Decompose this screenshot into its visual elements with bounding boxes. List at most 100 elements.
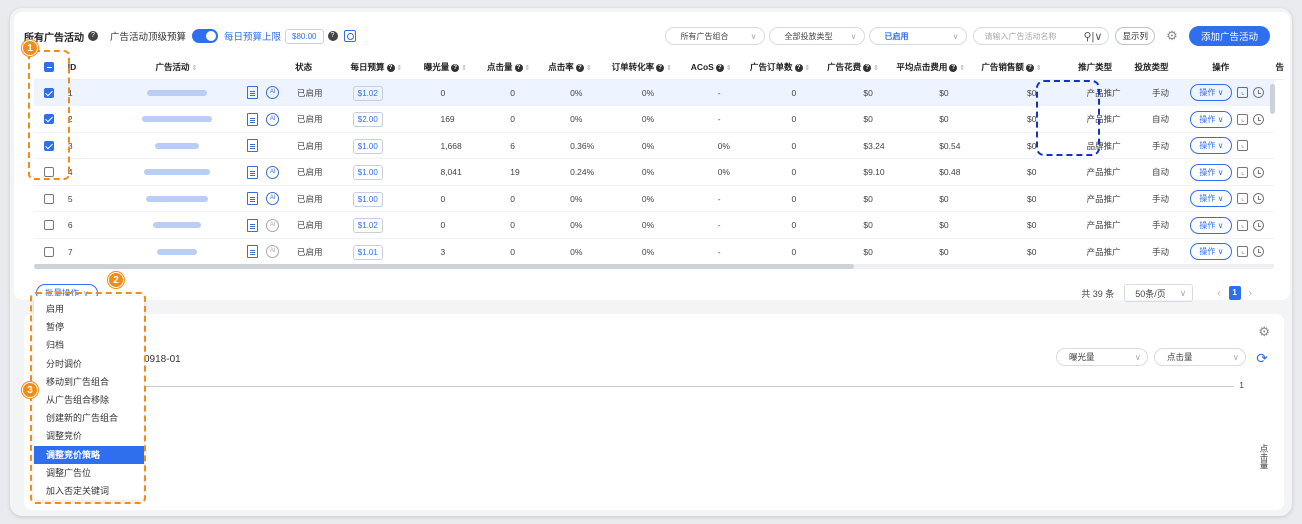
row-budget[interactable]: $1.00 bbox=[352, 138, 383, 154]
col-impressions[interactable]: 曝光量? ⇕ bbox=[424, 61, 487, 73]
portfolio-select[interactable]: 所有广告组合 ∨ bbox=[665, 27, 766, 45]
col-orders[interactable]: 广告订单数? ⇕ bbox=[750, 61, 827, 73]
budget-settings-icon[interactable] bbox=[343, 30, 356, 42]
daily-budget-value[interactable]: $80.00 bbox=[285, 28, 324, 44]
next-page-icon[interactable]: › bbox=[1249, 288, 1252, 299]
ai-icon[interactable]: AI bbox=[266, 245, 280, 258]
gear-icon[interactable]: ⚙ bbox=[1165, 29, 1179, 43]
campaign-name-link[interactable] bbox=[108, 114, 247, 124]
sort-icon[interactable]: ⇕ bbox=[1036, 65, 1042, 72]
campaign-search-input[interactable]: 请输入广告活动名称 ⚲|∨ bbox=[973, 27, 1110, 45]
search-icon[interactable]: ⚲|∨ bbox=[1084, 30, 1103, 43]
sort-icon[interactable]: ⇕ bbox=[461, 65, 467, 72]
sort-icon[interactable]: ⇕ bbox=[586, 65, 592, 72]
clock-icon[interactable] bbox=[1253, 246, 1265, 257]
help-icon[interactable]: ? bbox=[863, 63, 872, 72]
row-budget[interactable]: $1.00 bbox=[352, 191, 383, 207]
sort-icon[interactable]: ⇕ bbox=[666, 65, 672, 72]
document-icon[interactable] bbox=[247, 139, 259, 152]
sort-icon[interactable]: ⇕ bbox=[873, 65, 879, 72]
clock-icon[interactable] bbox=[1253, 219, 1265, 231]
chart-icon[interactable]: ⌞ bbox=[1237, 219, 1249, 231]
page-number[interactable]: 1 bbox=[1228, 286, 1241, 300]
col-ctr[interactable]: 点击率? ⇕ bbox=[548, 61, 611, 73]
chart-icon[interactable]: ⌞ bbox=[1237, 113, 1249, 125]
clock-icon[interactable] bbox=[1253, 166, 1265, 178]
daily-budget-link[interactable]: 每日预算上限 bbox=[224, 29, 281, 43]
row-checkbox[interactable] bbox=[44, 246, 54, 257]
help-icon[interactable]: ? bbox=[1025, 63, 1034, 72]
sort-icon[interactable]: ⇕ bbox=[525, 65, 531, 72]
row-actions-button[interactable]: 操作 ∨ bbox=[1190, 243, 1233, 260]
table-row[interactable]: 7 AI 已启用 $1.01 3 0 0% 0% - 0 $0 $0 $0 产品推广 手动 操作 ∨ ⌞ bbox=[34, 239, 1274, 265]
ai-icon[interactable]: AI bbox=[266, 112, 280, 126]
col-sales[interactable]: 广告销售额? ⇕ bbox=[981, 61, 1064, 73]
vertical-scrollbar[interactable] bbox=[1270, 84, 1275, 272]
document-icon[interactable] bbox=[247, 86, 259, 99]
campaign-name-link[interactable] bbox=[108, 247, 247, 257]
help-icon[interactable]: ? bbox=[451, 63, 460, 72]
document-icon[interactable] bbox=[247, 112, 259, 126]
row-budget[interactable]: $1.01 bbox=[352, 244, 383, 260]
table-row[interactable]: 4 AI 已启用 $1.00 8,041 19 0.24% 0% 0% 0 $9.10 $0.48 $0… bbox=[34, 160, 1274, 186]
add-campaign-button[interactable]: 添加广告活动 bbox=[1188, 26, 1270, 46]
chart-icon[interactable]: ⌞ bbox=[1237, 140, 1249, 151]
row-budget[interactable]: $1.00 bbox=[352, 165, 383, 180]
show-columns-button[interactable]: 显示列 bbox=[1115, 27, 1155, 45]
top-budget-toggle[interactable] bbox=[192, 29, 219, 43]
scrollbar-thumb[interactable] bbox=[34, 264, 854, 269]
gear-icon[interactable]: ⚙ bbox=[1258, 324, 1270, 340]
campaign-name-link[interactable] bbox=[108, 220, 247, 230]
table-row[interactable]: 5 AI 已启用 $1.00 0 0 0% 0% - 0 $0 $0 $0 产品推广 手动 操作 ∨ ⌞ bbox=[34, 186, 1274, 212]
row-actions-button[interactable]: 操作 ∨ bbox=[1190, 137, 1233, 154]
metric-select-2[interactable]: 点击量 ∨ bbox=[1154, 348, 1246, 366]
chart-icon[interactable]: ⌞ bbox=[1237, 193, 1249, 204]
row-budget[interactable]: $1.02 bbox=[352, 218, 383, 233]
help-icon[interactable]: ? bbox=[715, 63, 724, 72]
campaign-name-link[interactable] bbox=[108, 194, 247, 204]
refresh-icon[interactable]: ⟳ bbox=[1256, 350, 1268, 367]
sort-icon[interactable]: ⇕ bbox=[397, 65, 403, 72]
col-cpc[interactable]: 平均点击费用? ⇕ bbox=[896, 61, 981, 73]
horizontal-scrollbar[interactable] bbox=[34, 264, 1274, 269]
campaign-name-link[interactable] bbox=[108, 88, 247, 98]
help-icon[interactable]: ? bbox=[514, 63, 523, 72]
chart-icon[interactable]: ⌞ bbox=[1237, 87, 1249, 98]
sort-icon[interactable]: ⇕ bbox=[805, 65, 811, 72]
status-select[interactable]: 已启用 ∨ bbox=[869, 27, 968, 45]
clock-icon[interactable] bbox=[1253, 113, 1265, 125]
help-icon[interactable]: ? bbox=[794, 63, 803, 72]
page-size-select[interactable]: 50条/页 ∨ bbox=[1124, 284, 1194, 302]
col-clicks[interactable]: 点击量? ⇕ bbox=[487, 61, 548, 73]
help-icon[interactable]: ? bbox=[386, 63, 395, 72]
col-cvr[interactable]: 订单转化率? ⇕ bbox=[612, 61, 691, 73]
help-icon[interactable]: ? bbox=[327, 31, 338, 41]
col-budget[interactable]: 每日预算? ⇕ bbox=[351, 61, 424, 73]
document-icon[interactable] bbox=[247, 218, 259, 232]
ai-icon[interactable]: AI bbox=[266, 165, 280, 179]
campaign-name-link[interactable] bbox=[108, 167, 247, 177]
col-spend[interactable]: 广告花费? ⇕ bbox=[827, 61, 896, 73]
sort-icon[interactable]: ⇕ bbox=[192, 65, 198, 72]
row-actions-button[interactable]: 操作 ∨ bbox=[1190, 216, 1233, 234]
metric-select-1[interactable]: 曝光量 ∨ bbox=[1056, 348, 1148, 366]
campaign-name-link[interactable] bbox=[108, 141, 247, 151]
document-icon[interactable] bbox=[247, 192, 259, 205]
ai-icon[interactable]: AI bbox=[266, 218, 280, 232]
chart-icon[interactable]: ⌞ bbox=[1237, 246, 1249, 257]
scrollbar-thumb[interactable] bbox=[1270, 84, 1275, 114]
help-icon[interactable]: ? bbox=[949, 63, 958, 72]
help-icon[interactable]: ? bbox=[575, 63, 584, 72]
ai-icon[interactable]: AI bbox=[266, 192, 280, 205]
table-row[interactable]: 6 AI 已启用 $1.02 0 0 0% 0% - 0 $0 $0 $0 产品推广 手动 操作 ∨ ⌞ bbox=[34, 213, 1274, 239]
row-budget[interactable]: $1.02 bbox=[352, 85, 383, 101]
document-icon[interactable] bbox=[247, 245, 259, 258]
help-icon[interactable]: ? bbox=[656, 63, 665, 72]
help-icon[interactable]: ? bbox=[88, 31, 98, 41]
col-campaign[interactable]: 广告活动 ⇕ bbox=[107, 61, 245, 73]
clock-icon[interactable] bbox=[1253, 193, 1265, 204]
row-actions-button[interactable]: 操作 ∨ bbox=[1190, 84, 1233, 101]
col-acos[interactable]: ACoS? ⇕ bbox=[691, 62, 750, 72]
prev-page-icon[interactable]: ‹ bbox=[1217, 288, 1220, 299]
delivery-type-select[interactable]: 全部投放类型 ∨ bbox=[769, 27, 866, 45]
